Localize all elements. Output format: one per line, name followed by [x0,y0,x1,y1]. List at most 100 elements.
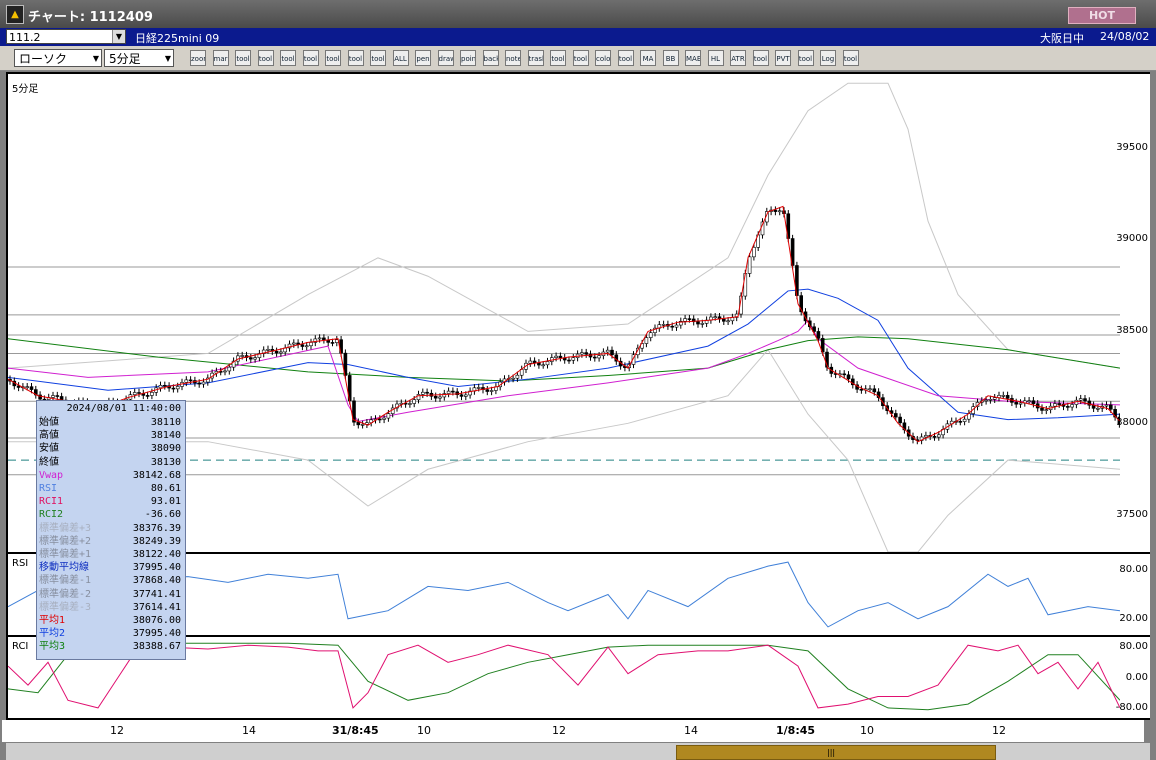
toolbar-button-tool-icon[interactable]: tool [235,50,251,66]
candle-body [554,355,558,358]
rci-tick-label: 80.00 [1119,641,1148,653]
symbol-code-select[interactable]: 111.2 ▼ [6,29,126,44]
candle-body [816,331,821,339]
data-value: 93.01 [150,496,181,508]
toolbar-button-HL-icon[interactable]: HL [707,50,724,66]
toolbar-button-tool-icon[interactable]: tool [550,50,566,66]
candle-body [304,345,309,348]
data-row: 標準偏差-3 37614.41 [39,602,181,614]
candle-body [545,361,550,366]
candle-body [197,382,201,385]
data-key: 標準偏差+1 [39,549,92,560]
candle-body [408,403,412,405]
candle-body [661,324,666,326]
toolbar-button-mark-icon[interactable]: mark [212,50,229,66]
candle-body [223,370,227,373]
toolbar-button-color-icon[interactable]: color [595,50,611,66]
candle-body [747,256,752,274]
data-key: 標準偏差+2 [39,535,92,547]
candle-body [962,418,967,422]
toolbar-button-tool-icon[interactable]: tool [797,50,814,66]
data-value: 38110 [150,417,181,428]
data-value: 37995.40 [132,562,181,574]
candle-body [648,332,653,338]
candle-body [163,385,167,387]
data-value: 37614.41 [132,601,181,613]
price-axis: 39500 39000 38500 38000 37500 [1116,74,1150,552]
price-tick-label: 38500 [1116,325,1148,337]
candle-body [1014,402,1019,405]
toolbar-button-draw-icon[interactable]: draw [437,50,454,66]
candle-body [726,320,730,323]
toolbar-button-tool-icon[interactable]: tool [347,50,364,66]
scroll-thumb[interactable]: ||| [676,745,996,760]
data-key: 平均2 [39,628,66,640]
candle-body [610,349,614,356]
toolbar-button-tool-icon[interactable]: tool [617,50,634,66]
candle-body [360,424,365,426]
toolbar-button-note-icon[interactable]: note [505,50,521,66]
toolbar-button-BB-icon[interactable]: BB [662,50,679,66]
price-tick-label: 38000 [1116,417,1148,429]
toolbar-button-pen-icon[interactable]: pen [415,50,431,66]
candle-body [184,379,189,383]
chevron-down-icon[interactable]: ▼ [112,30,125,43]
toolbar-button-tool-icon[interactable]: tool [842,50,859,66]
data-row: 平均1 38076.00 [39,615,181,627]
toolbar-button-ATR-icon[interactable]: ATR [730,50,746,66]
toolbar-button-MA-icon[interactable]: MA [640,50,656,66]
candle-body [188,379,193,382]
candle-body [279,351,283,354]
toolbar-button-tool-icon[interactable]: tool [325,50,341,66]
candle-body [150,392,154,396]
data-row: 標準偏差-2 37741.41 [39,589,181,601]
toolbar-button-tool-icon[interactable]: tool [302,50,319,66]
candle-body [25,386,30,388]
candle-body [777,210,782,213]
toolbar-button-tool-icon[interactable]: tool [752,50,769,66]
toolbar-button-Log-icon[interactable]: Log [820,50,836,66]
data-key: 高値 [39,430,59,442]
candle-body [451,390,455,393]
toolbar-button-tool-icon[interactable]: tool [257,50,274,66]
data-value: 37868.40 [132,575,181,587]
candle-body [356,421,361,426]
candle-body [425,391,429,394]
toolbar-button-PVT-icon[interactable]: PVT [775,50,791,66]
data-value: 38140 [150,430,181,442]
candle-body [1109,404,1113,410]
hot-button[interactable]: HOT [1068,7,1136,24]
candle-body [713,316,718,319]
toolbar-button-ALL-icon[interactable]: ALL [392,50,409,66]
data-key: 標準偏差-1 [39,575,92,587]
toolbar-button-zoom-icon[interactable]: zoom [190,50,206,66]
candle-body [1001,395,1006,397]
candle-body [446,390,451,394]
toolbar-button-pointer-icon[interactable]: pointer [460,50,476,66]
horizontal-scrollbar[interactable]: ||| [6,743,1150,760]
data-key: RCI1 [39,496,64,508]
data-row: 標準偏差-1 37868.40 [39,575,181,587]
candle-body [201,381,206,385]
toolbar-button-tool-icon[interactable]: tool [280,50,296,66]
toolbar-button-trash-icon[interactable]: trash [527,50,544,66]
candle-body [541,364,546,367]
data-value: 38142.68 [132,469,181,481]
candle-body [253,357,257,360]
toolbar-button-back-icon[interactable]: back [482,50,499,66]
time-axis: 12 14 31/8:45 10 12 14 1/8:45 10 12 [2,720,1144,742]
candle-body [377,418,382,421]
toolbar-button-tool-icon[interactable]: tool [370,50,386,66]
toolbar-button-tool-icon[interactable]: tool [572,50,589,66]
toolbar: ローソク▼ 5分足▼ zoommarktooltooltooltooltoolt… [0,46,1156,71]
interval-select[interactable]: 5分足 ▼ [104,49,174,67]
candle-body [175,386,180,390]
candle-body [1005,395,1010,399]
chart-type-select[interactable]: ローソク ▼ [14,49,102,67]
candle-body [249,357,253,360]
candle-body [592,356,597,359]
rsi-tick-label: 20.00 [1119,612,1148,624]
candle-body [1040,407,1044,411]
toolbar-button-MAE-icon[interactable]: MAE [685,50,701,66]
candle-body [1083,398,1087,402]
